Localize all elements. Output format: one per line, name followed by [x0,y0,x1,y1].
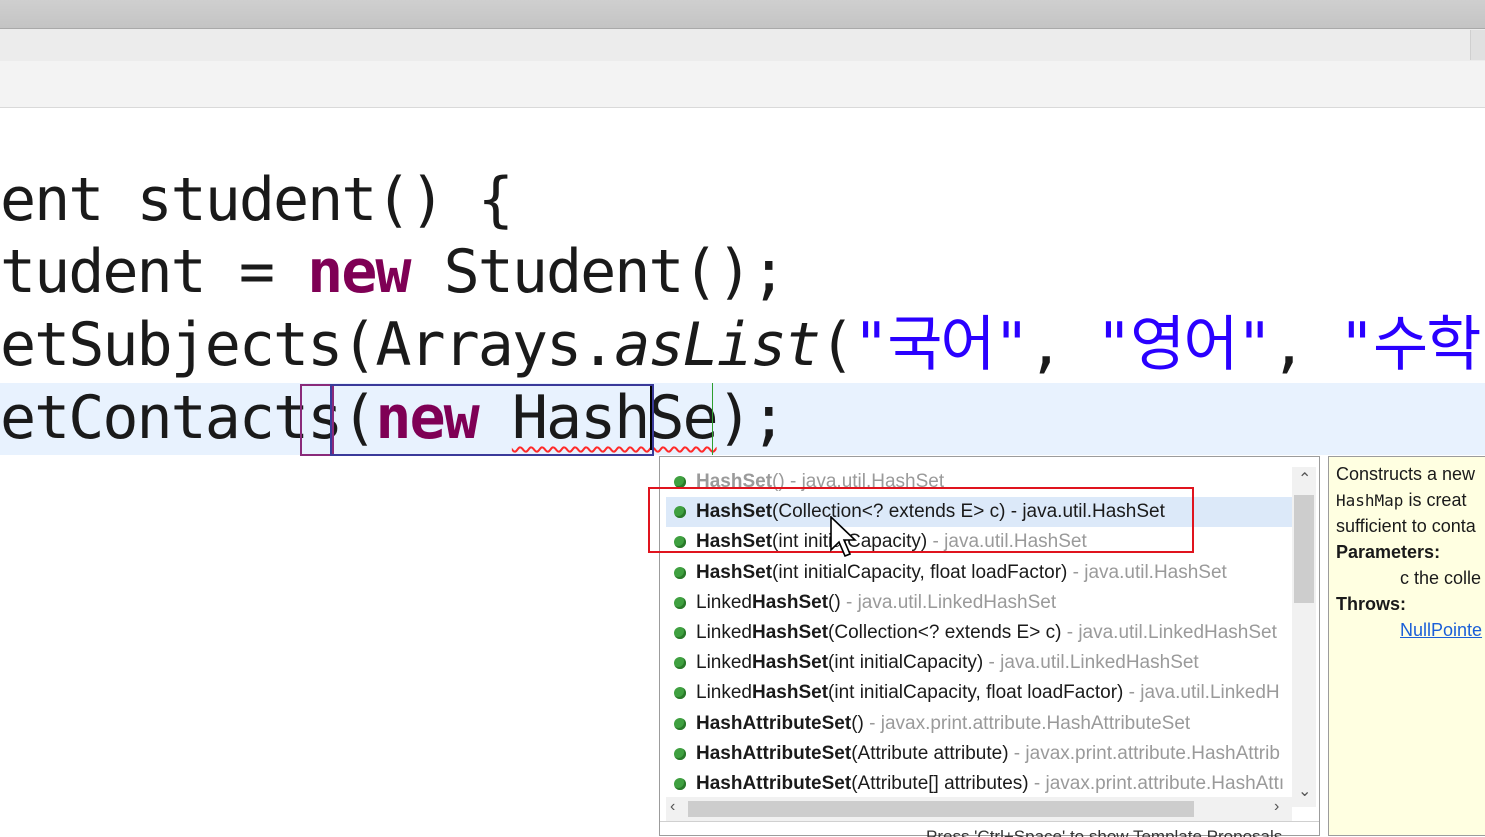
mouse-pointer-icon [830,516,857,558]
doc-line: sufficient to conta [1336,516,1476,536]
doc-param: c the colle [1400,568,1482,588]
proposal-vertical-scrollbar[interactable]: ⌃ ⌄ [1292,467,1316,807]
doc-params-heading: Parameters: [1336,542,1441,562]
toolbar-area [0,29,1485,61]
exit-position-marker [712,383,713,455]
code-line-2: tudent = new Student(); [0,237,787,307]
scroll-down-icon[interactable]: ⌄ [1298,781,1311,801]
text-caret [650,386,652,450]
exception-link[interactable]: NullPointe [1400,620,1482,640]
proposal-item[interactable]: HashSet(int initialCapacity, float loadF… [666,558,1292,588]
public-method-icon [674,626,686,639]
code-line-1: ent student() { [0,165,514,235]
proposal-item[interactable]: LinkedHashSet(Collection<? extends E> c)… [666,618,1292,648]
scroll-up-icon[interactable]: ⌃ [1298,469,1311,489]
editor-tab-area [0,61,1485,108]
proposal-item[interactable]: LinkedHashSet(int initialCapacity) - jav… [666,648,1292,678]
scroll-right-icon[interactable]: › [1274,798,1279,816]
public-method-icon [674,687,686,700]
code-line-3: etSubjects(Arrays.asList("국어", "영어", "수학… [0,310,1485,380]
doc-throws-item: NullPointe [1336,617,1485,643]
proposal-item[interactable]: HashAttributeSet(Attribute[] attributes)… [666,769,1292,799]
scrollbar-thumb[interactable] [1294,495,1314,603]
public-method-icon [674,657,686,670]
public-method-icon [674,777,686,790]
proposal-item[interactable]: LinkedHashSet(int initialCapacity, float… [666,678,1292,708]
linked-edit-box [330,384,654,456]
proposal-horizontal-scrollbar[interactable]: ‹ › [666,797,1292,821]
proposal-item[interactable]: LinkedHashSet() - java.util.LinkedHashSe… [666,588,1292,618]
public-method-icon [674,747,686,760]
scroll-left-icon[interactable]: ‹ [670,798,675,816]
doc-throws-heading: Throws: [1336,594,1406,614]
matching-bracket-box [300,384,334,456]
proposal-item[interactable]: HashAttributeSet(Attribute attribute) - … [666,739,1292,769]
public-method-icon [674,596,686,609]
annotation-highlight-box [648,487,1194,553]
public-method-icon [674,717,686,730]
toolbar-scrollbar[interactable] [1470,30,1485,60]
proposal-item[interactable]: HashAttributeSet() - javax.print.attribu… [666,709,1292,739]
doc-line: HashMap is creat [1336,490,1467,510]
window-title-bar [0,0,1485,29]
popup-status-text: Press 'Ctrl+Space' to show Template Prop… [660,821,1319,837]
doc-line: Constructs a new [1336,464,1476,484]
public-method-icon [674,566,686,579]
javadoc-panel: Constructs a new HashMap is creat suffic… [1328,456,1485,836]
scrollbar-thumb[interactable] [688,801,1194,817]
